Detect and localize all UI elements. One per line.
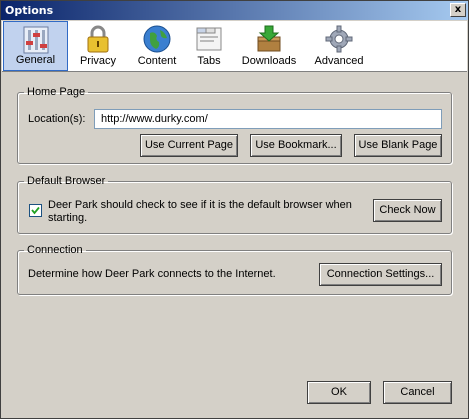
connection-description: Determine how Deer Park connects to the … xyxy=(28,268,276,280)
tab-downloads[interactable]: Downloads xyxy=(236,21,302,71)
tab-privacy[interactable]: Privacy xyxy=(70,21,126,71)
home-page-legend: Home Page xyxy=(27,86,86,98)
globe-icon xyxy=(143,25,171,53)
tab-label-tabs: Tabs xyxy=(197,55,221,67)
tab-label-general: General xyxy=(15,54,56,66)
cancel-button[interactable]: Cancel xyxy=(383,381,452,404)
use-bookmark-button[interactable]: Use Bookmark... xyxy=(250,134,342,157)
ok-button[interactable]: OK xyxy=(307,381,371,404)
close-icon: x xyxy=(454,4,462,15)
tab-label-privacy: Privacy xyxy=(79,55,117,67)
use-blank-page-button[interactable]: Use Blank Page xyxy=(354,134,442,157)
default-browser-check-label[interactable]: Deer Park should check to see if it is t… xyxy=(48,199,358,225)
tab-label-content: Content xyxy=(137,55,177,67)
default-browser-legend: Default Browser xyxy=(27,175,106,187)
window-title: Options xyxy=(5,4,54,17)
tab-tabs[interactable]: Tabs xyxy=(188,21,230,71)
connection-legend: Connection xyxy=(27,244,83,256)
tab-content[interactable]: Content xyxy=(127,21,187,71)
gear-icon xyxy=(325,25,353,53)
tab-general[interactable]: General xyxy=(3,21,68,71)
default-browser-checkbox[interactable] xyxy=(29,204,42,217)
options-window: Options x General Privacy Content Tabs D… xyxy=(0,0,469,419)
tab-label-downloads: Downloads xyxy=(241,55,297,67)
close-button[interactable]: x xyxy=(450,3,466,17)
category-toolbar: General Privacy Content Tabs Downloads A… xyxy=(2,21,467,72)
padlock-icon xyxy=(87,25,109,53)
tab-advanced[interactable]: Advanced xyxy=(308,21,370,71)
location-label: Location(s): xyxy=(28,113,86,125)
check-now-button[interactable]: Check Now xyxy=(373,199,442,222)
title-bar[interactable]: Options x xyxy=(1,1,468,20)
general-settings-icon xyxy=(23,26,48,54)
tabs-window-icon xyxy=(196,27,222,51)
location-input[interactable] xyxy=(94,109,442,129)
downloads-box-icon xyxy=(257,25,281,52)
use-current-page-button[interactable]: Use Current Page xyxy=(140,134,238,157)
checkmark-icon xyxy=(31,206,40,215)
connection-settings-button[interactable]: Connection Settings... xyxy=(319,263,442,286)
tab-label-advanced: Advanced xyxy=(314,55,364,67)
